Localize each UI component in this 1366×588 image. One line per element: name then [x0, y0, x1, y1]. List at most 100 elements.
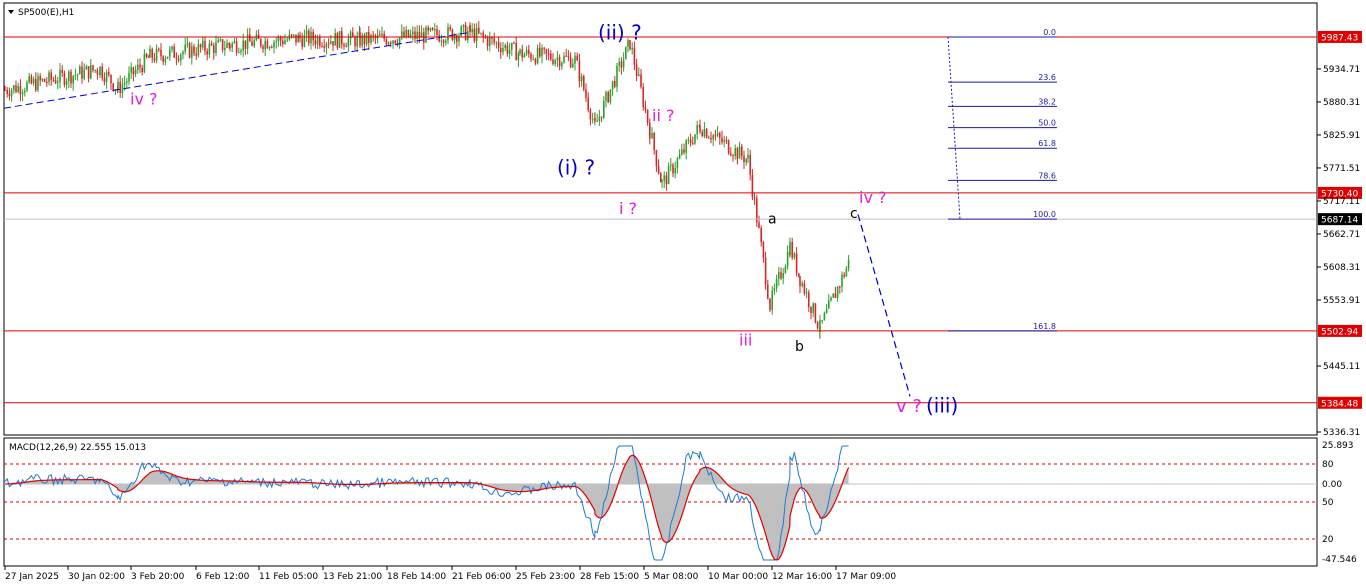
candle-body — [665, 175, 668, 185]
candle-body — [486, 37, 489, 46]
fib-label: 78.6 — [1038, 171, 1056, 180]
candle-body — [545, 49, 548, 54]
candle-body — [390, 42, 392, 44]
candle-body — [841, 274, 843, 288]
candle-body — [341, 31, 343, 45]
candle-body — [149, 48, 151, 58]
candle-body — [387, 42, 390, 45]
candle-body — [8, 93, 11, 97]
candle-body — [173, 46, 175, 58]
candle-body — [297, 34, 299, 43]
candle-body — [345, 46, 347, 48]
candle-body — [204, 40, 206, 52]
candle-body — [54, 80, 57, 84]
candle-body — [240, 50, 242, 53]
candle-body — [795, 253, 798, 274]
time-label: 30 Jan 02:00 — [68, 572, 125, 582]
candle-body — [447, 27, 449, 41]
candle-body — [771, 290, 773, 311]
trading-chart[interactable]: 0.0 23.6 38.2 50.0 61.8 78.6 100.0 161.8 iv ? (i… — [0, 0, 1366, 588]
candle-body — [791, 241, 793, 258]
candle-body — [611, 80, 614, 90]
candle-body — [221, 39, 224, 50]
candle-body — [405, 29, 407, 38]
candle-body — [517, 53, 520, 61]
candle-body — [631, 47, 633, 50]
candle-body — [275, 41, 277, 43]
candle-body — [758, 222, 760, 228]
candle-body — [453, 35, 456, 41]
candle-body — [464, 24, 467, 41]
candle-body — [773, 288, 776, 291]
candle-body — [210, 43, 213, 46]
price-level-label: 5502.94 — [1321, 327, 1358, 337]
candle-body — [425, 27, 427, 43]
candle-body — [74, 75, 77, 77]
price-level-label: 5384.48 — [1321, 399, 1358, 409]
candle-body — [28, 76, 30, 83]
candle-body — [583, 76, 585, 90]
candle-body — [132, 67, 135, 75]
candle-body — [103, 77, 106, 83]
candle-body — [90, 65, 92, 79]
candle-body — [762, 241, 765, 258]
candle-body — [141, 67, 143, 73]
candle-body — [780, 272, 782, 279]
candle-body — [35, 78, 37, 91]
symbol-header[interactable]: SP500(E),H1 — [8, 8, 74, 18]
time-axis: 27 Jan 2025 30 Jan 02:00 3 Feb 20:00 6 Feb … — [4, 566, 896, 582]
candle-body — [253, 40, 255, 46]
candle-body — [723, 139, 725, 143]
candle-body — [92, 65, 94, 71]
candle-body — [523, 54, 526, 58]
candle-body — [683, 149, 685, 153]
candle-body — [478, 27, 480, 34]
candle-body — [525, 49, 528, 55]
wave-label: b — [795, 339, 804, 355]
candle-body — [638, 74, 640, 76]
candle-body — [561, 62, 563, 67]
candle-body — [738, 146, 741, 159]
candle-body — [832, 293, 834, 298]
candle-body — [46, 81, 48, 83]
candle-body — [193, 46, 195, 54]
candle-body — [101, 66, 103, 78]
candle-body — [705, 129, 708, 138]
candle-body — [87, 66, 90, 79]
candle-body — [79, 66, 81, 75]
candle-body — [814, 303, 817, 323]
fib-label: 100.0 — [1033, 210, 1056, 219]
candle-body — [121, 84, 124, 94]
candle-body — [334, 33, 336, 46]
candle-body — [70, 71, 72, 84]
candle-body — [416, 31, 418, 39]
candle-body — [676, 158, 679, 169]
candle-body — [784, 266, 787, 274]
time-label: 12 Mar 16:00 — [772, 572, 832, 582]
candle-body — [15, 85, 17, 93]
candle-body — [558, 57, 561, 67]
candle-body — [462, 24, 465, 27]
candle-body — [778, 272, 780, 279]
candle-body — [316, 37, 319, 45]
candle-body — [50, 72, 52, 80]
candle-body — [789, 241, 791, 256]
candle-body — [456, 35, 458, 42]
candle-body — [736, 148, 739, 159]
candle-body — [749, 155, 751, 175]
candle-body — [625, 46, 627, 60]
candle-body — [312, 31, 314, 41]
candle-body — [431, 28, 434, 30]
candle-body — [343, 44, 345, 47]
candle-body — [180, 54, 182, 61]
time-label: 28 Feb 15:00 — [580, 572, 639, 582]
time-label: 21 Feb 06:00 — [452, 572, 511, 582]
candle-body — [734, 148, 736, 156]
candle-body — [618, 61, 620, 66]
candle-body — [217, 40, 219, 43]
candle-body — [550, 53, 552, 60]
candle-body — [83, 69, 85, 79]
candle-body — [712, 135, 714, 140]
candle-body — [725, 139, 728, 141]
price-level-label: 5987.43 — [1321, 33, 1358, 43]
